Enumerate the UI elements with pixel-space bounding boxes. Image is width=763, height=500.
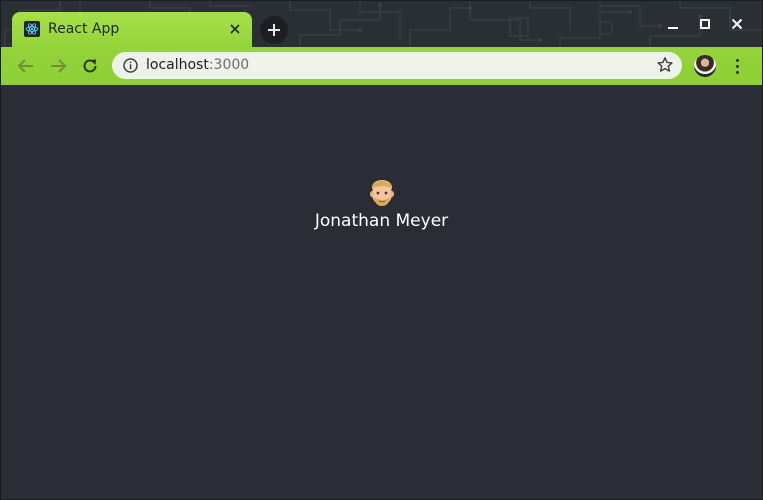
profile-card: Jonathan Meyer [0, 178, 763, 232]
close-window-button[interactable] [721, 12, 753, 36]
close-icon[interactable] [226, 20, 244, 38]
kebab-menu-icon[interactable] [727, 55, 747, 77]
forward-button[interactable] [46, 54, 70, 78]
address-bar[interactable]: localhost:3000 [112, 52, 682, 79]
window-controls [657, 12, 753, 36]
avatar[interactable] [694, 55, 716, 77]
page-content [0, 85, 763, 500]
tab-title: React App [48, 21, 120, 37]
minimize-button[interactable] [657, 12, 689, 36]
minimize-icon [668, 27, 678, 29]
user-name: Jonathan Meyer [314, 211, 449, 231]
reload-icon [83, 59, 97, 73]
url-port: :3000 [208, 57, 250, 73]
maximize-button[interactable] [689, 12, 721, 36]
url-host: localhost [146, 57, 209, 73]
reload-button[interactable] [78, 54, 102, 78]
info-icon[interactable] [122, 57, 139, 74]
url-text[interactable]: localhost:3000 [146, 57, 249, 74]
arrow-left-icon [17, 59, 33, 73]
maximize-icon [700, 19, 710, 29]
close-icon [731, 18, 743, 30]
tab-react-app[interactable]: React App [12, 12, 252, 47]
back-button[interactable] [14, 54, 38, 78]
react-icon [24, 21, 40, 37]
browser-toolbar: localhost:3000 [0, 47, 763, 85]
browser-window: React App localhost:3000 Jonathan Meyer [0, 0, 763, 500]
new-tab-button[interactable] [260, 16, 288, 44]
person-beard-emoji [369, 180, 394, 206]
star-icon[interactable] [656, 56, 674, 74]
arrow-right-icon [51, 59, 67, 73]
title-bar[interactable]: React App [0, 0, 763, 47]
plus-icon [268, 24, 280, 36]
